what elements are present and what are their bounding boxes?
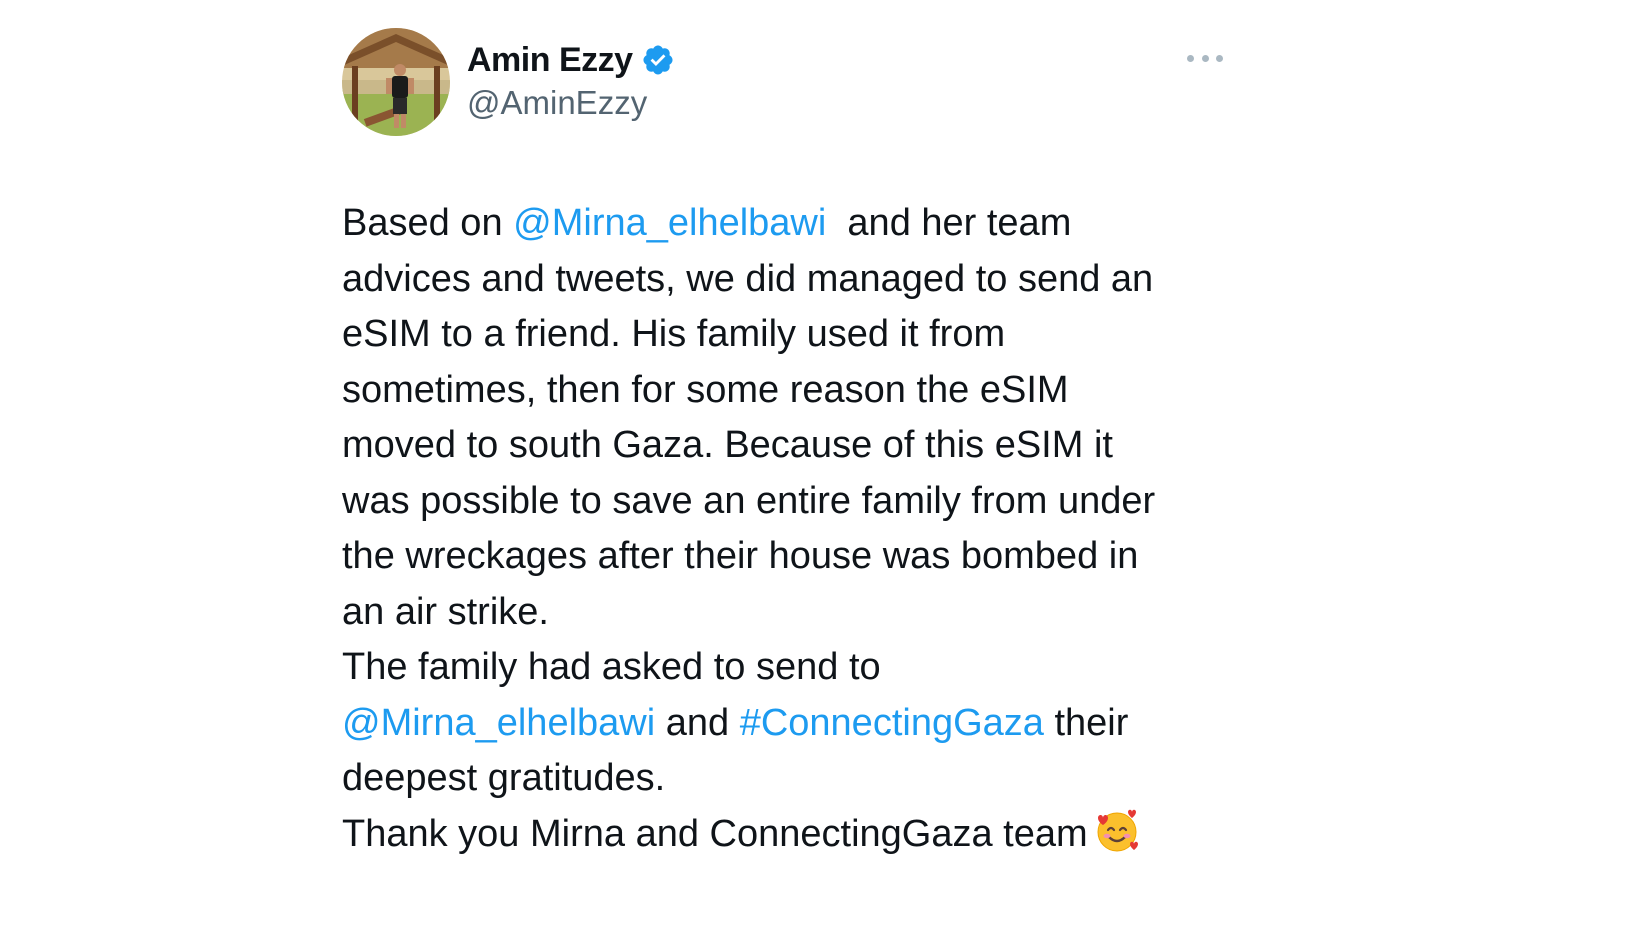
author-display-name[interactable]: Amin Ezzy — [467, 41, 633, 80]
more-horizontal-icon — [1201, 54, 1209, 62]
text-segment: their — [1043, 701, 1129, 744]
tweet-line: moved to south Gaza. Because of this eSI… — [342, 424, 1113, 466]
more-options-button[interactable] — [1185, 48, 1225, 68]
text-segment: Thank you Mirna and ConnectingGaza team — [342, 812, 1088, 855]
verified-badge-icon — [641, 43, 675, 77]
avatar[interactable] — [342, 28, 450, 136]
tweet-line: deepest gratitudes. — [342, 757, 666, 799]
tweet-line: the wreckages after their house was bomb… — [342, 535, 1139, 577]
author-info: Amin Ezzy @AminEzzy — [467, 38, 675, 122]
tweet-line: Based on @Mirna_elhelbawi and her team — [342, 196, 1242, 252]
smiling-face-with-hearts-icon — [1094, 808, 1140, 871]
text-segment: and her team — [826, 202, 1072, 244]
profile-photo — [342, 28, 450, 136]
tweet-line: was possible to save an entire family fr… — [342, 479, 1156, 522]
mention-link[interactable]: @Mirna_elhelbawi — [342, 702, 655, 744]
tweet-line: @Mirna_elhelbawi and #ConnectingGaza the… — [342, 696, 1242, 752]
tweet-text: Based on @Mirna_elhelbawi and her team a… — [342, 196, 1242, 870]
tweet-line: sometimes, then for some reason the eSIM — [342, 368, 1069, 411]
tweet-line: eSIM to a friend. His family used it fro… — [342, 313, 1006, 355]
more-horizontal-icon — [1216, 54, 1223, 62]
hashtag-link[interactable]: #ConnectingGaza — [740, 702, 1044, 744]
tweet-line: an air strike. — [342, 590, 549, 633]
tweet-line: advices and tweets, we did managed to se… — [342, 257, 1154, 300]
tweet-line: Thank you Mirna and ConnectingGaza team — [342, 807, 1242, 871]
more-horizontal-icon — [1187, 54, 1194, 62]
text-segment: and — [655, 701, 740, 744]
author-handle[interactable]: @AminEzzy — [467, 84, 675, 122]
mention-link[interactable]: @Mirna_elhelbawi — [513, 202, 826, 244]
text-segment: Based on — [342, 202, 514, 244]
tweet-line: The family had asked to send to — [342, 646, 881, 688]
